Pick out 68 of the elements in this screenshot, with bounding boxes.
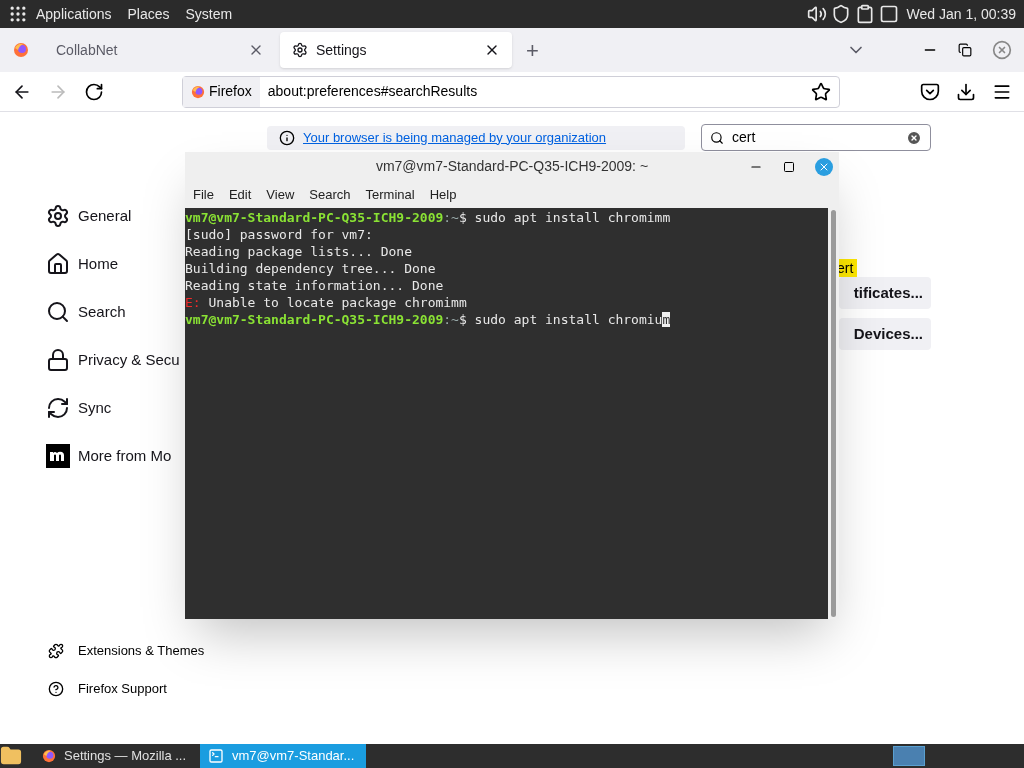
sidebar-item[interactable]: Search bbox=[46, 288, 126, 336]
panel-menu[interactable]: System bbox=[185, 3, 233, 25]
search-field[interactable]: cert bbox=[701, 124, 931, 151]
terminal-icon bbox=[208, 748, 224, 764]
terminal-line: E: Unable to locate package chromimm bbox=[185, 294, 468, 311]
terminal-line: Reading state information... Done bbox=[185, 277, 445, 294]
gear-icon bbox=[46, 204, 70, 228]
m-logo-icon bbox=[46, 444, 70, 468]
volume-icon[interactable] bbox=[806, 4, 827, 24]
sidebar-item[interactable]: Home bbox=[46, 240, 118, 288]
cursor: m bbox=[662, 312, 671, 327]
close-window-icon[interactable] bbox=[992, 40, 1012, 60]
sidebar-link[interactable]: Extensions & Themes bbox=[46, 632, 205, 670]
square-icon[interactable] bbox=[878, 4, 899, 24]
settings-button[interactable]: tificates... bbox=[839, 277, 931, 309]
sidebar-item[interactable]: More from Mo bbox=[46, 432, 172, 480]
taskbar-button[interactable]: Settings — Mozilla ... bbox=[34, 744, 200, 768]
terminal-line: vm7@vm7-Standard-PC-Q35-ICH9-2009:~$ sudo apt install chromimm bbox=[185, 209, 672, 226]
settings-button[interactable]: Devices... bbox=[839, 318, 931, 350]
browser-tab[interactable]: CollabNet bbox=[44, 32, 276, 68]
puzzle-icon bbox=[48, 643, 64, 659]
sidebar-item[interactable]: Sync bbox=[46, 384, 112, 432]
firefox-icon bbox=[42, 749, 56, 763]
lock-icon bbox=[46, 348, 70, 372]
terminal-line: Building dependency tree... Done bbox=[185, 260, 437, 277]
folder-icon[interactable] bbox=[0, 745, 22, 767]
clock[interactable]: Wed Jan 1, 00:39 bbox=[906, 3, 1016, 25]
identity-label[interactable]: Firefox bbox=[183, 76, 260, 107]
search-icon bbox=[46, 300, 70, 324]
apps-grid-icon[interactable] bbox=[8, 4, 28, 24]
clear-icon[interactable] bbox=[906, 129, 922, 146]
scrollbar[interactable] bbox=[828, 208, 839, 619]
menu-item[interactable]: File bbox=[193, 184, 214, 205]
pocket-icon[interactable] bbox=[920, 81, 940, 102]
sync-icon bbox=[46, 396, 70, 420]
panel-menu[interactable]: Places bbox=[127, 3, 170, 25]
menu-item[interactable]: Search bbox=[309, 184, 351, 205]
workspace-switcher[interactable] bbox=[893, 746, 925, 766]
maximize-icon[interactable] bbox=[783, 160, 795, 173]
close-icon[interactable] bbox=[815, 157, 833, 176]
restore-icon[interactable] bbox=[958, 43, 972, 57]
reload-icon[interactable] bbox=[84, 81, 104, 102]
terminal-line: [sudo] password for vm7: bbox=[185, 226, 374, 243]
help-icon bbox=[48, 681, 64, 697]
home-icon bbox=[46, 252, 70, 276]
url-bar[interactable]: Firefox about:preferences#searchResults bbox=[182, 75, 840, 108]
bookmark-star-icon[interactable] bbox=[811, 81, 831, 102]
firefox-icon bbox=[191, 84, 205, 99]
menu-item[interactable]: Edit bbox=[228, 184, 252, 205]
terminal-line: vm7@vm7-Standard-PC-Q35-ICH9-2009:~$ sudo apt install chromium bbox=[185, 311, 672, 328]
info-icon bbox=[279, 129, 295, 146]
browser-tab[interactable]: Settings bbox=[280, 32, 512, 68]
gear-icon bbox=[292, 42, 308, 58]
url-text: about:preferences#searchResults bbox=[267, 82, 479, 101]
sidebar-item[interactable]: Privacy & Secu bbox=[46, 336, 180, 384]
search-icon bbox=[710, 130, 724, 145]
sidebar-item[interactable]: General bbox=[46, 192, 132, 240]
new-tab-button[interactable]: + bbox=[526, 33, 539, 67]
sidebar-link[interactable]: Firefox Support bbox=[46, 670, 167, 708]
download-icon[interactable] bbox=[956, 81, 976, 102]
panel-menu[interactable]: Applications bbox=[36, 3, 112, 25]
menu-item[interactable]: View bbox=[266, 184, 295, 205]
terminal-line: Reading package lists... Done bbox=[185, 243, 413, 260]
firefox-icon bbox=[13, 42, 29, 58]
menu-item[interactable]: Terminal bbox=[365, 184, 415, 205]
managed-link[interactable]: Your browser is being managed by your organization bbox=[303, 127, 607, 148]
menu-item[interactable]: Help bbox=[429, 184, 457, 205]
window-title: vm7@vm7-Standard-PC-Q35-ICH9-2009: ~ bbox=[374, 157, 650, 176]
